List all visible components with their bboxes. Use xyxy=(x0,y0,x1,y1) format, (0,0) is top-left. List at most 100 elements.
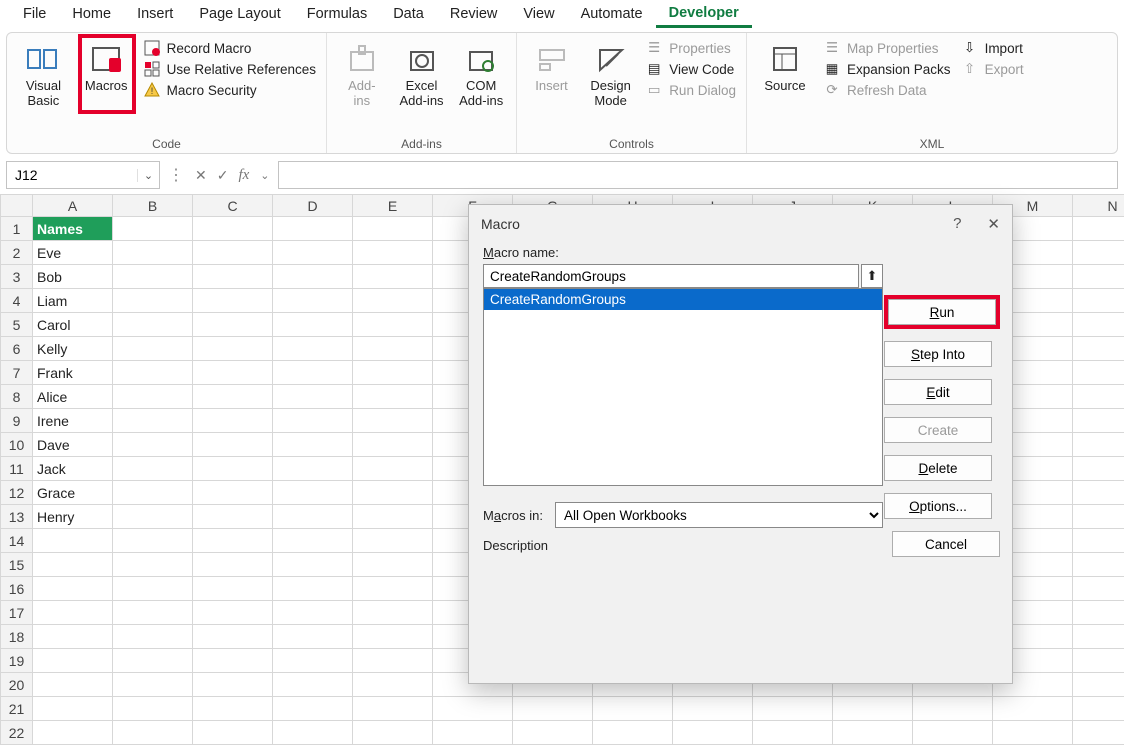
cell-B8[interactable] xyxy=(113,385,193,409)
cell-E12[interactable] xyxy=(353,481,433,505)
cell-N1[interactable] xyxy=(1073,217,1124,241)
cell-B22[interactable] xyxy=(113,721,193,745)
row-header-5[interactable]: 5 xyxy=(1,313,33,337)
cell-C8[interactable] xyxy=(193,385,273,409)
addins-button[interactable]: Add- ins xyxy=(337,37,387,109)
menu-tab-data[interactable]: Data xyxy=(380,2,437,26)
cell-D6[interactable] xyxy=(273,337,353,361)
cell-E2[interactable] xyxy=(353,241,433,265)
cell-B9[interactable] xyxy=(113,409,193,433)
cell-D22[interactable] xyxy=(273,721,353,745)
cell-C17[interactable] xyxy=(193,601,273,625)
cell-B11[interactable] xyxy=(113,457,193,481)
select-all-corner[interactable] xyxy=(1,195,33,217)
row-header-16[interactable]: 16 xyxy=(1,577,33,601)
row-header-14[interactable]: 14 xyxy=(1,529,33,553)
cell-E10[interactable] xyxy=(353,433,433,457)
create-button[interactable]: Create xyxy=(884,417,992,443)
cell-H22[interactable] xyxy=(593,721,673,745)
cell-E22[interactable] xyxy=(353,721,433,745)
macro-list-item[interactable]: CreateRandomGroups xyxy=(484,289,882,310)
cell-A10[interactable]: Dave xyxy=(33,433,113,457)
cell-I21[interactable] xyxy=(673,697,753,721)
row-header-13[interactable]: 13 xyxy=(1,505,33,529)
col-header-C[interactable]: C xyxy=(193,195,273,217)
cell-A11[interactable]: Jack xyxy=(33,457,113,481)
cell-E18[interactable] xyxy=(353,625,433,649)
row-header-18[interactable]: 18 xyxy=(1,625,33,649)
cell-E1[interactable] xyxy=(353,217,433,241)
cell-N18[interactable] xyxy=(1073,625,1124,649)
accept-formula-icon[interactable]: ✓ xyxy=(214,167,232,184)
cell-A19[interactable] xyxy=(33,649,113,673)
cell-E9[interactable] xyxy=(353,409,433,433)
properties-button[interactable]: ☰Properties xyxy=(645,39,736,57)
cell-G22[interactable] xyxy=(513,721,593,745)
cell-N3[interactable] xyxy=(1073,265,1124,289)
cell-D17[interactable] xyxy=(273,601,353,625)
cell-K21[interactable] xyxy=(833,697,913,721)
formula-input[interactable] xyxy=(278,161,1118,189)
cancel-formula-icon[interactable]: ✕ xyxy=(192,167,210,184)
source-button[interactable]: Source xyxy=(757,37,813,94)
excel-addins-button[interactable]: Excel Add-ins xyxy=(397,37,447,109)
col-header-D[interactable]: D xyxy=(273,195,353,217)
cell-B17[interactable] xyxy=(113,601,193,625)
macro-list[interactable]: CreateRandomGroups xyxy=(483,288,883,486)
map-properties-button[interactable]: ☰Map Properties xyxy=(823,39,951,57)
cell-N19[interactable] xyxy=(1073,649,1124,673)
cell-B20[interactable] xyxy=(113,673,193,697)
cell-E16[interactable] xyxy=(353,577,433,601)
record-macro-button[interactable]: Record Macro xyxy=(143,39,316,57)
cell-C21[interactable] xyxy=(193,697,273,721)
expansion-packs-button[interactable]: ▦Expansion Packs xyxy=(823,60,951,78)
cell-N5[interactable] xyxy=(1073,313,1124,337)
run-dialog-button[interactable]: ▭Run Dialog xyxy=(645,81,736,99)
col-header-B[interactable]: B xyxy=(113,195,193,217)
fx-icon[interactable]: fx xyxy=(235,167,252,184)
cell-B1[interactable] xyxy=(113,217,193,241)
cell-A1[interactable]: Names xyxy=(33,217,113,241)
row-header-7[interactable]: 7 xyxy=(1,361,33,385)
name-box-dropdown[interactable]: ⌄ xyxy=(137,169,159,182)
visual-basic-button[interactable]: Visual Basic xyxy=(17,37,70,109)
cell-L22[interactable] xyxy=(913,721,993,745)
cell-N12[interactable] xyxy=(1073,481,1124,505)
cell-D12[interactable] xyxy=(273,481,353,505)
cell-C5[interactable] xyxy=(193,313,273,337)
cell-C6[interactable] xyxy=(193,337,273,361)
cell-D11[interactable] xyxy=(273,457,353,481)
cell-C11[interactable] xyxy=(193,457,273,481)
cell-A3[interactable]: Bob xyxy=(33,265,113,289)
cell-G21[interactable] xyxy=(513,697,593,721)
cell-C9[interactable] xyxy=(193,409,273,433)
range-picker-icon[interactable]: ⬆ xyxy=(861,264,883,288)
cell-B12[interactable] xyxy=(113,481,193,505)
cell-A22[interactable] xyxy=(33,721,113,745)
options-button[interactable]: Options... xyxy=(884,493,992,519)
cell-J21[interactable] xyxy=(753,697,833,721)
cell-A5[interactable]: Carol xyxy=(33,313,113,337)
cell-A13[interactable]: Henry xyxy=(33,505,113,529)
row-header-10[interactable]: 10 xyxy=(1,433,33,457)
cell-N8[interactable] xyxy=(1073,385,1124,409)
cell-A17[interactable] xyxy=(33,601,113,625)
cell-C2[interactable] xyxy=(193,241,273,265)
cell-I22[interactable] xyxy=(673,721,753,745)
dialog-titlebar[interactable]: Macro ? ✕ xyxy=(469,205,1012,243)
row-header-6[interactable]: 6 xyxy=(1,337,33,361)
cell-D13[interactable] xyxy=(273,505,353,529)
import-button[interactable]: ⇩Import xyxy=(961,39,1024,57)
cell-B16[interactable] xyxy=(113,577,193,601)
cell-N6[interactable] xyxy=(1073,337,1124,361)
cell-C19[interactable] xyxy=(193,649,273,673)
cell-E21[interactable] xyxy=(353,697,433,721)
help-icon[interactable]: ? xyxy=(953,215,961,233)
cell-E11[interactable] xyxy=(353,457,433,481)
use-relative-references-button[interactable]: Use Relative References xyxy=(143,60,316,78)
col-header-E[interactable]: E xyxy=(353,195,433,217)
cell-C4[interactable] xyxy=(193,289,273,313)
macro-security-button[interactable]: ! Macro Security xyxy=(143,81,316,99)
cell-N4[interactable] xyxy=(1073,289,1124,313)
name-box-input[interactable] xyxy=(7,167,137,183)
